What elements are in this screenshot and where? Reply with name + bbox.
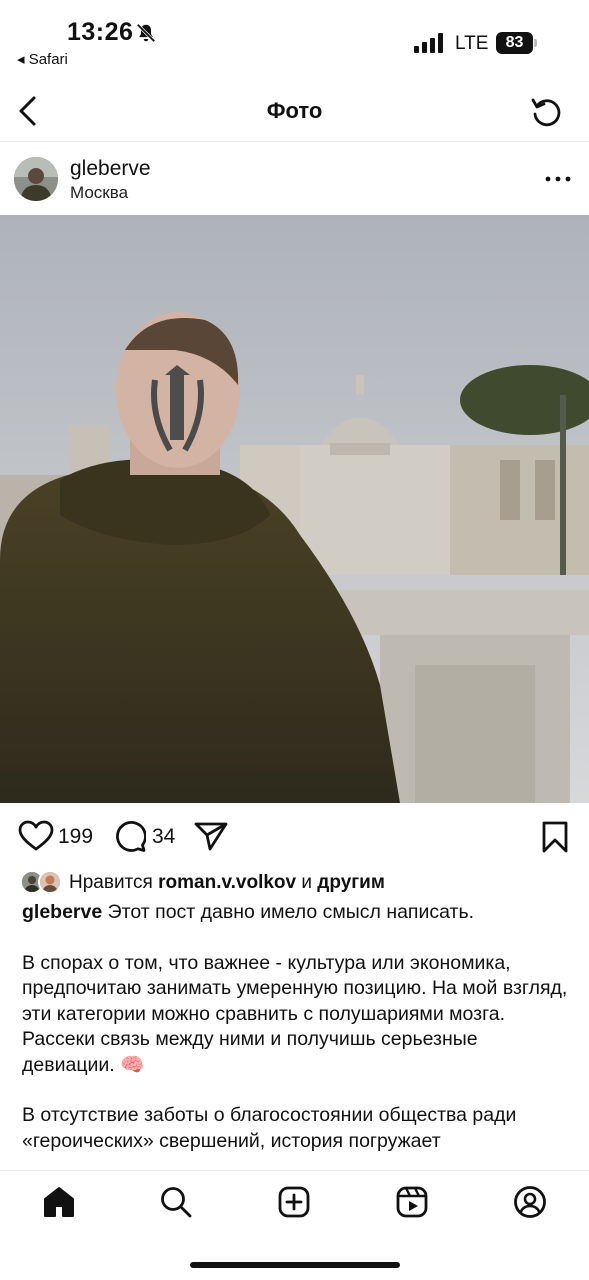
share-icon[interactable] xyxy=(194,821,228,851)
caption-paragraph: В спорах о том, что важнее - культура ил… xyxy=(22,951,568,1076)
bell-muted-icon xyxy=(136,23,156,43)
liker-avatar xyxy=(38,870,62,894)
status-bar: 13:26 ◂ Safari LTE 83 xyxy=(0,0,589,80)
status-time: 13:26 xyxy=(67,18,134,46)
post-username[interactable]: gleberve xyxy=(70,157,151,181)
battery-tip xyxy=(534,39,537,47)
home-icon[interactable] xyxy=(42,1185,76,1219)
page-title: Фото xyxy=(266,98,323,123)
profile-icon[interactable] xyxy=(513,1185,547,1219)
battery-level: 83 xyxy=(505,34,524,51)
comment-icon[interactable] xyxy=(114,820,146,852)
liker-avatar-image xyxy=(40,872,60,892)
liked-by-prefix: Нравится xyxy=(69,872,159,893)
like-count[interactable]: 199 xyxy=(58,825,93,849)
create-icon[interactable] xyxy=(277,1185,311,1219)
photo-image xyxy=(0,215,589,803)
search-icon[interactable] xyxy=(159,1185,193,1219)
liked-by-text[interactable]: Нравится roman.v.volkov и другим xyxy=(69,872,385,894)
battery-indicator: 83 xyxy=(496,32,538,54)
avatar-image xyxy=(14,157,58,201)
caption-paragraph: В отсутствие заботы о благосостоянии общ… xyxy=(22,1104,517,1152)
liked-by-user[interactable]: roman.v.volkov xyxy=(158,872,296,893)
post-photo[interactable] xyxy=(0,215,589,803)
post-header: gleberve Москва xyxy=(0,143,589,215)
caption-username[interactable]: gleberve xyxy=(22,901,102,923)
bookmark-icon[interactable] xyxy=(541,821,569,853)
refresh-icon[interactable] xyxy=(528,94,564,130)
post-actions: 199 34 xyxy=(0,803,589,867)
network-type: LTE xyxy=(455,33,489,54)
avatar[interactable] xyxy=(14,157,58,201)
home-indicator[interactable] xyxy=(190,1262,400,1268)
signal-icon xyxy=(414,33,443,53)
reels-icon[interactable] xyxy=(395,1185,429,1219)
post-caption: gleberve Этот пост давно имело смысл нап… xyxy=(22,900,572,1179)
top-nav-bar: Фото xyxy=(0,80,589,142)
back-to-safari[interactable]: ◂ Safari xyxy=(17,50,68,68)
more-icon[interactable] xyxy=(543,173,573,185)
heart-icon[interactable] xyxy=(18,820,54,852)
liked-by-others[interactable]: другим xyxy=(317,872,385,893)
comment-count[interactable]: 34 xyxy=(152,825,175,849)
post-location[interactable]: Москва xyxy=(70,183,128,203)
liked-by-row[interactable]: Нравится roman.v.volkov и другим xyxy=(20,868,580,898)
caption-first-paragraph: gleberve Этот пост давно имело смысл нап… xyxy=(22,900,572,926)
liked-by-middle: и xyxy=(296,872,318,893)
caption-first-line: Этот пост давно имело смысл написать. xyxy=(102,901,475,923)
